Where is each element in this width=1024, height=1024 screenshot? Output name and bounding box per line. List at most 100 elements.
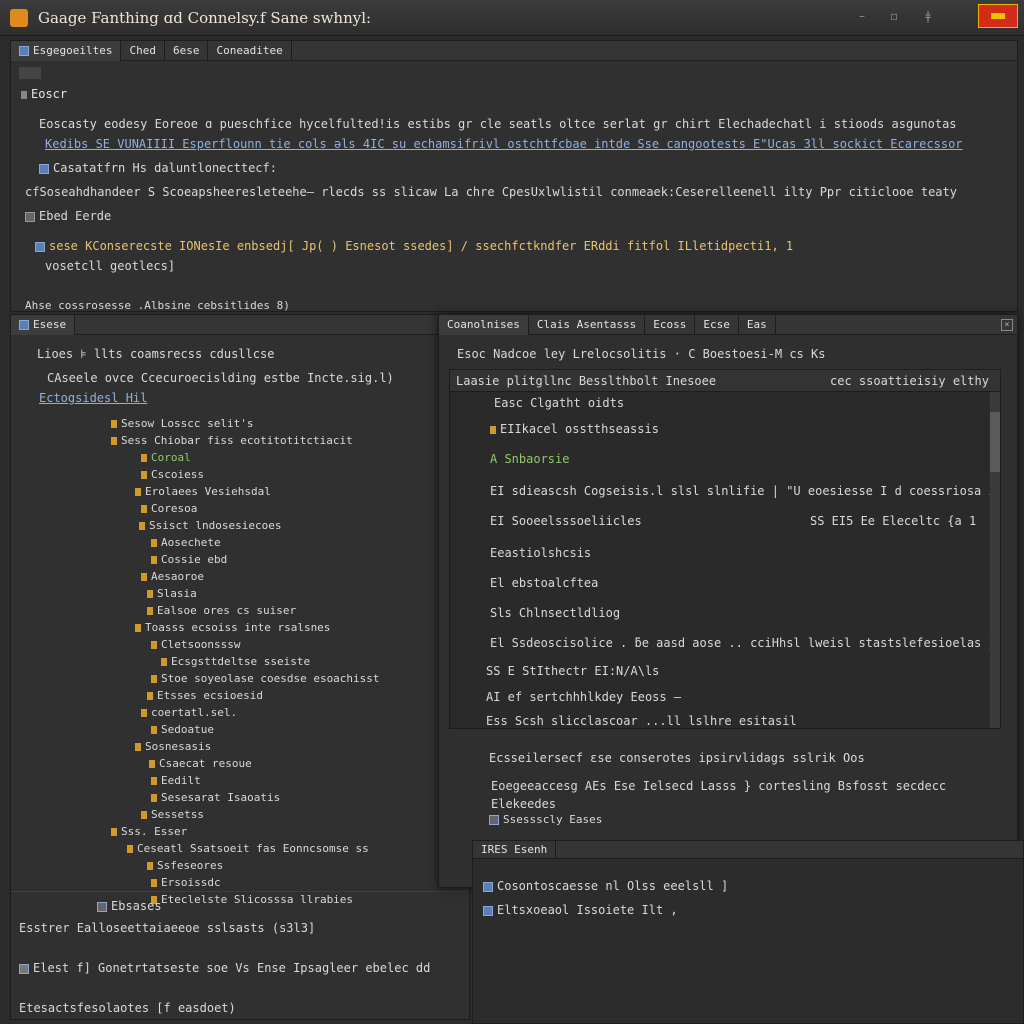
tree-item[interactable]: Slasia [147,587,197,600]
text-line: Eoegeeaccesg AEs Ese Ielsecd Lasss } cor… [491,779,947,793]
tree-footer-item[interactable]: Ebsases [97,899,162,913]
link-text[interactable]: Ectogsidesl Hil [39,391,147,405]
list-item[interactable]: El ebstoalcftea [490,576,598,590]
text-line: Ectogsidesl Hil [39,391,147,405]
tree-item[interactable]: Ceseatl Ssatsoeit fas Eonncsomse ss [127,842,369,855]
text-line: Ssessscly Eases [489,813,602,826]
tree-item[interactable]: coertatl.sel. [141,706,237,719]
pin-icon[interactable]: ǂ [918,6,938,26]
tree-item[interactable]: Cossie ebd [151,553,227,566]
list-item[interactable]: EI Sooeelsssoeliicles [490,514,642,528]
tree-node-icon [141,454,147,462]
item-icon [39,163,49,174]
tab-4[interactable]: Coneaditee [208,41,292,61]
minimize-icon[interactable]: – [852,6,872,26]
tree-item[interactable]: Sesow Losscc selit's [111,417,253,430]
list-item[interactable]: Ess Scsh slicclascoar ...ll lslhre esita… [486,714,797,728]
folder-icon [19,320,29,330]
text-line: Elekeedes [491,797,557,811]
dialog-tab-3[interactable]: Ecoss [645,315,696,335]
text-line: Ecsseilersecf ɛse conserotes ipsirvlidag… [489,751,865,765]
text-line: Kedibs SE VUNAIIII Esperflounn tie cols … [45,137,963,151]
tree-node-icon [111,420,117,428]
file-tree: Sesow Losscc selit's Sess Chiobar fiss ec… [91,409,451,913]
dialog-tab-1[interactable]: Coanolnises [439,315,529,335]
list-item[interactable]: SS E StIthectr EI:N/A\ls [486,664,659,678]
dialog-tab-5[interactable]: Eas [739,315,776,335]
list-item[interactable]: Eeastiolshcsis [490,546,591,560]
tree-item[interactable]: Sess Chiobar fiss ecotitotitctiacit [111,434,353,447]
tree-node-icon [151,539,157,547]
top-panel: Esgegoeiltes Ched 6ese Coneaditee Eoscr Eos… [10,40,1018,312]
tree-node-icon [149,760,155,768]
tab-left[interactable]: Esese [11,315,76,335]
tab-1[interactable]: Esgegoeiltes [11,41,122,61]
tree-node-icon [111,437,117,445]
column-header[interactable]: cec ssoattieisiy elthy [830,374,989,388]
tree-item[interactable]: Stoe soyeolase coesdse esoachisst [151,672,380,685]
dialog-window: Coanolnises Clais Asentasss Ecoss Ecse Eas ×… [438,314,1018,888]
tree-item[interactable]: Eteclelste Slicosssa llrabies [151,893,353,906]
list-item[interactable]: Sls Chlnsectldliog [490,606,620,620]
output-tab[interactable]: IRES Esenh [473,841,557,859]
tree-item[interactable]: Sessetss [141,808,204,821]
list-item[interactable]: A Snbaorsie [490,452,569,466]
item-icon [35,241,45,252]
tree-item[interactable]: Ealsoe ores cs suiser [147,604,296,617]
text-line: Lioes ⊧ llts coamsrecss cdusllcse [37,347,275,361]
tree-item[interactable]: Csaecat resoue [149,757,252,770]
list-item[interactable]: Easc Clgatht oidts [494,396,624,410]
scrollbar[interactable] [990,392,1000,728]
scrollbar-thumb[interactable] [990,412,1000,472]
tree-item[interactable]: Sesesarat Isaoatis [151,791,280,804]
divider [11,891,469,892]
tab-2[interactable]: Ched [121,41,165,61]
tree-item[interactable]: Cletsoonsssw [151,638,240,651]
tree-item[interactable]: Erolaees Vesiehsdal [135,485,271,498]
tree-item[interactable]: Ssfeseores [147,859,223,872]
left-panel: Esese Lioes ⊧ llts coamsrecss cdusllcse … [10,314,470,1020]
close-icon [991,13,1005,19]
tree-item[interactable]: Etsses ecsioesid [147,689,263,702]
text-line: CAseele ovce Ccecuroecislding estbe Inct… [47,371,394,385]
item-icon [483,881,493,892]
tree-item[interactable]: Coroal [141,451,191,464]
list-item[interactable]: EI sdieascsh Cogseisis.l slsl slnlifie |… [490,484,996,498]
expand-icon[interactable] [21,90,27,99]
dialog-subheader: Esoc Nadcoe ley Lrelocsolitis · C Boesto… [457,347,826,361]
item-icon [25,211,35,222]
close-icon[interactable]: × [1001,319,1013,331]
list-item[interactable]: AI ef sertchhhlkdey Eeoss — [486,690,681,704]
close-button[interactable] [978,4,1018,28]
tree-node-icon [151,556,157,564]
panel-menu-icon[interactable] [19,67,41,79]
tree-item[interactable]: Sss. Esser [111,825,187,838]
column-header[interactable]: Laasie plitgllnc Besslthbolt Inesoee [456,374,716,388]
tree-item[interactable]: Coresoa [141,502,197,515]
text-line: Eltsxoeaol Issoiete Ilt , [483,903,678,917]
tree-item[interactable]: Ecsgsttdeltse sseiste [161,655,310,668]
tree-item[interactable]: Ssisct lndosesiecoes [139,519,281,532]
tree-item[interactable]: Eedilt [151,774,201,787]
tree-item[interactable]: Ersoissdc [151,876,221,889]
tree-item[interactable]: Sosnesasis [135,740,211,753]
dialog-tab-4[interactable]: Ecse [695,315,739,335]
tree-item[interactable]: Aosechete [151,536,221,549]
tree-node-icon [127,845,133,853]
tree-item[interactable]: Cscoiess [141,468,204,481]
text-line: sese KConserecste IONesIe enbsedj[ Jp( )… [35,239,793,253]
top-panel-tabs: Esgegoeiltes Ched 6ese Coneaditee [11,41,1017,61]
restore-icon[interactable]: ▫ [884,6,904,26]
output-panel: IRES Esenh Cosontoscaesse nl Olss eeelsl… [472,840,1024,1024]
tab-3[interactable]: 6ese [165,41,209,61]
tree-node-icon [135,488,141,496]
link-text[interactable]: Kedibs SE VUNAIIII Esperflounn tie cols … [45,137,963,151]
dialog-tab-2[interactable]: Clais Asentasss [529,315,646,335]
tree-item[interactable]: Toasss ecsoiss inte rsalsnes [135,621,330,634]
tree-node-icon [139,522,145,530]
dialog-list: Laasie plitgllnc Besslthbolt Inesoee cec… [449,369,1001,729]
list-item[interactable]: El Ssdeoscisolice . ƃe aasd aose .. cciH… [490,636,996,650]
list-item[interactable]: EIIkacel osstthseassis [490,422,659,436]
tree-item[interactable]: Aesaoroe [141,570,204,583]
tree-item[interactable]: Sedoatue [151,723,214,736]
